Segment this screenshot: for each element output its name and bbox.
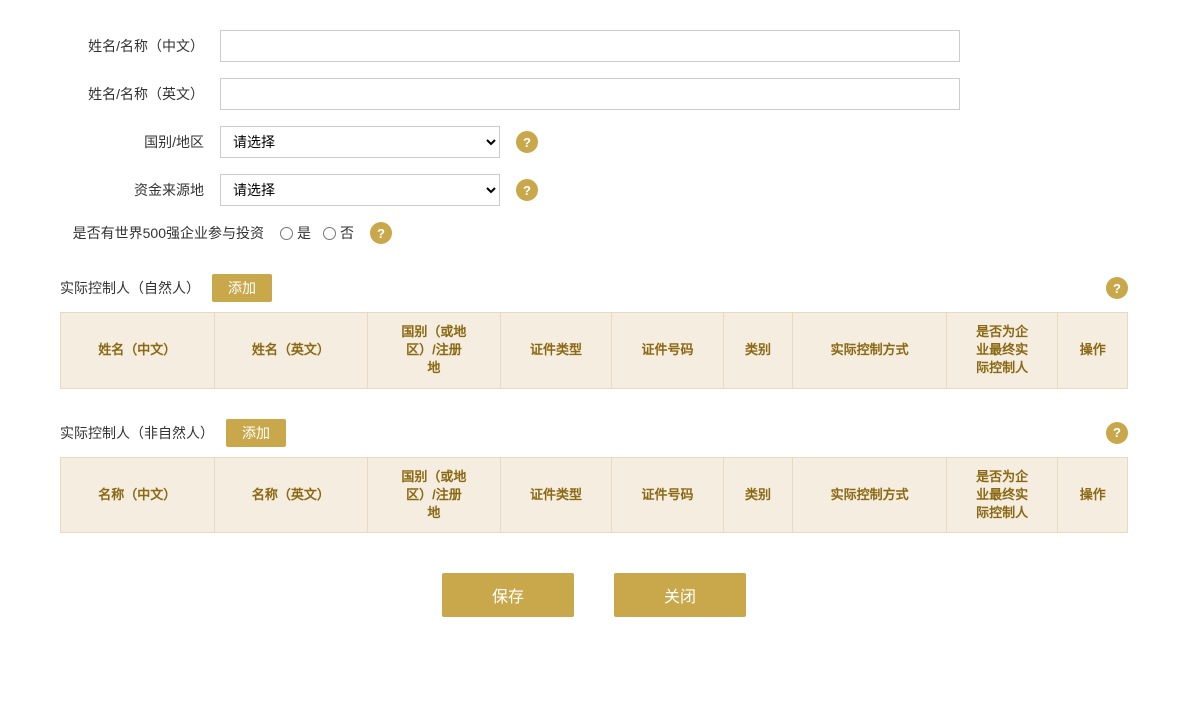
- fortune500-no-text: 否: [340, 223, 354, 243]
- natural-person-help-icon[interactable]: ?: [1106, 277, 1128, 299]
- non-natural-person-section-header: 实际控制人（非自然人） 添加 ?: [60, 409, 1128, 457]
- col-operation: 操作: [1058, 313, 1128, 389]
- col-cert-type: 证件类型: [500, 313, 612, 389]
- non-natural-person-title: 实际控制人（非自然人）: [60, 423, 214, 443]
- natural-person-table-header: 姓名（中文） 姓名（英文） 国别（或地区）/注册地 证件类型 证件号码 类别 实…: [61, 313, 1128, 389]
- non-natural-person-table-header: 名称（中文） 名称（英文） 国别（或地区）/注册地 证件类型 证件号码 类别 实…: [61, 457, 1128, 533]
- col-country: 国别（或地区）/注册地: [368, 313, 501, 389]
- fortune500-no-radio[interactable]: [323, 227, 336, 240]
- non-natural-person-table: 名称（中文） 名称（英文） 国别（或地区）/注册地 证件类型 证件号码 类别 实…: [60, 457, 1128, 534]
- natural-person-section-header: 实际控制人（自然人） 添加 ?: [60, 264, 1128, 312]
- bottom-buttons: 保存 关闭: [60, 573, 1128, 617]
- col-operation-2: 操作: [1058, 457, 1128, 533]
- name-cn-input[interactable]: [220, 30, 960, 62]
- col-name-cn: 姓名（中文）: [61, 313, 215, 389]
- name-cn-label: 姓名/名称（中文）: [60, 36, 220, 56]
- col-cert-type-2: 证件类型: [500, 457, 612, 533]
- country-select[interactable]: 请选择: [220, 126, 500, 158]
- natural-person-add-button[interactable]: 添加: [212, 274, 272, 302]
- col-cert-no: 证件号码: [612, 313, 724, 389]
- close-button[interactable]: 关闭: [614, 573, 746, 617]
- country-help-icon[interactable]: ?: [516, 131, 538, 153]
- fund-source-help-icon[interactable]: ?: [516, 179, 538, 201]
- col-country-2: 国别（或地区）/注册地: [368, 457, 501, 533]
- fund-source-select[interactable]: 请选择: [220, 174, 500, 206]
- non-natural-person-help-icon[interactable]: ?: [1106, 422, 1128, 444]
- col-is-final-controller-2: 是否为企业最终实际控制人: [946, 457, 1058, 533]
- col-category: 类别: [723, 313, 793, 389]
- col-category-2: 类别: [723, 457, 793, 533]
- col-name-cn-2: 名称（中文）: [61, 457, 215, 533]
- col-name-en-2: 名称（英文）: [214, 457, 368, 533]
- non-natural-person-add-button[interactable]: 添加: [226, 419, 286, 447]
- fund-source-label: 资金来源地: [60, 180, 220, 200]
- save-button[interactable]: 保存: [442, 573, 574, 617]
- col-control-method: 实际控制方式: [793, 313, 947, 389]
- country-label: 国别/地区: [60, 132, 220, 152]
- name-en-label: 姓名/名称（英文）: [60, 84, 220, 104]
- col-is-final-controller: 是否为企业最终实际控制人: [946, 313, 1058, 389]
- col-name-en: 姓名（英文）: [214, 313, 368, 389]
- col-cert-no-2: 证件号码: [612, 457, 724, 533]
- natural-person-title: 实际控制人（自然人）: [60, 278, 200, 298]
- fortune500-yes-radio[interactable]: [280, 227, 293, 240]
- fortune500-help-icon[interactable]: ?: [370, 222, 392, 244]
- col-control-method-2: 实际控制方式: [793, 457, 947, 533]
- natural-person-table: 姓名（中文） 姓名（英文） 国别（或地区）/注册地 证件类型 证件号码 类别 实…: [60, 312, 1128, 389]
- fortune500-label: 是否有世界500强企业参与投资: [60, 223, 280, 243]
- fortune500-yes-label[interactable]: 是: [280, 223, 311, 243]
- name-en-input[interactable]: [220, 78, 960, 110]
- fortune500-yes-text: 是: [297, 223, 311, 243]
- fortune500-no-label[interactable]: 否: [323, 223, 354, 243]
- fortune500-radio-group: 是 否: [280, 223, 354, 243]
